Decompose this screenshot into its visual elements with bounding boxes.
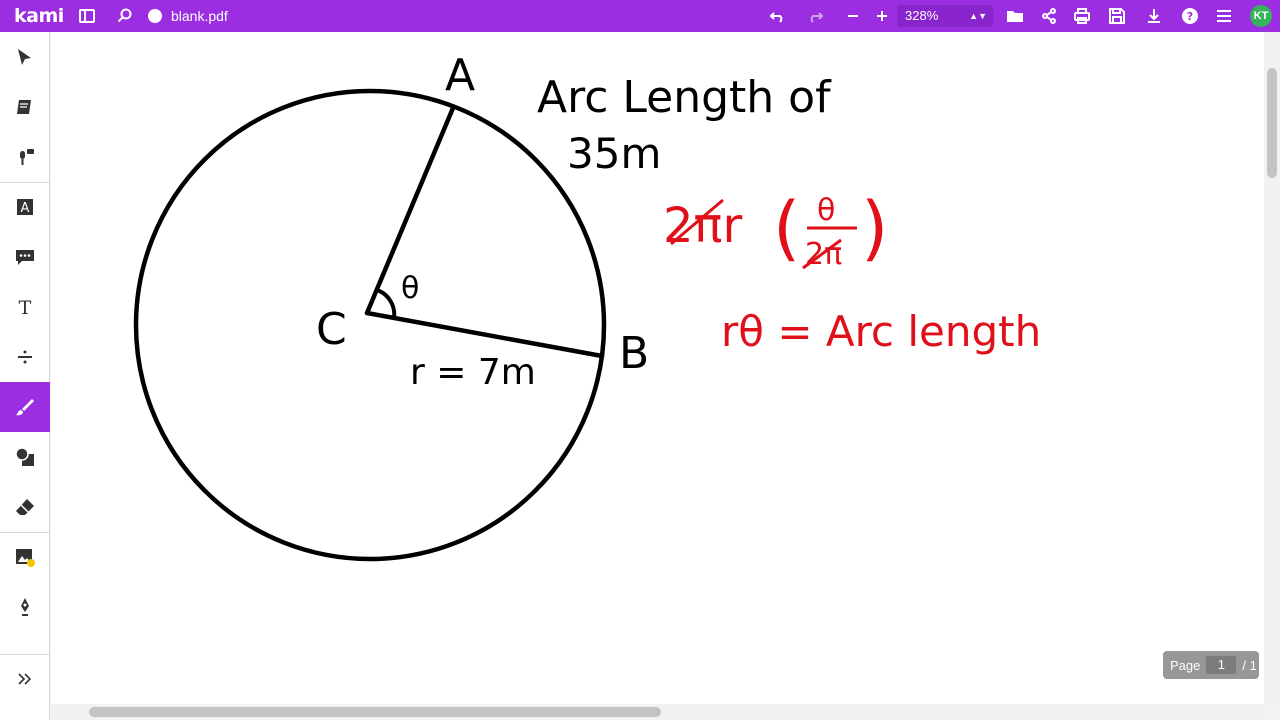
note-line2: 35m [567, 129, 661, 178]
highlight-icon: A [17, 199, 33, 216]
media-icon [16, 549, 35, 567]
drawing-tool[interactable] [0, 382, 50, 432]
kami-logo: kami [14, 5, 64, 27]
drawing-layer: A B C θ r = 7m Arc Length of 35m 2πr ( θ… [133, 50, 1041, 562]
shapes-tool[interactable] [0, 432, 50, 482]
folder-icon[interactable] [1003, 0, 1027, 32]
avatar[interactable]: KT [1250, 5, 1272, 27]
search-icon[interactable] [113, 0, 137, 32]
menu-icon[interactable] [1212, 0, 1236, 32]
cursor-icon [18, 49, 31, 65]
file-name: blank.pdf [171, 8, 228, 24]
formula2: rθ = Arc length [721, 307, 1041, 356]
top-toolbar: kami blank.pdf 328% ▲▼ ? KT [0, 0, 1280, 32]
zoom-out-icon[interactable] [841, 0, 865, 32]
svg-text:T: T [19, 297, 32, 318]
pen-icon [21, 598, 29, 616]
angle-label: θ [401, 271, 419, 306]
text-icon: T [19, 297, 32, 318]
dictionary-tool[interactable] [0, 82, 50, 132]
text-tool[interactable]: T [0, 282, 50, 332]
point-c-label: C [316, 304, 347, 355]
formula1-left: 2πr [663, 198, 742, 254]
sidebar-toggle-icon[interactable] [75, 0, 99, 32]
chevrons-right-icon [18, 673, 32, 685]
page-label: Page [1170, 657, 1201, 673]
globe-icon [143, 0, 167, 32]
formula1-paren-left: ( [773, 187, 800, 269]
svg-text:?: ? [1187, 10, 1193, 23]
radius-cb [364, 310, 605, 359]
select-arrows-icon: ▲▼ [969, 11, 987, 21]
page-total: / 1 [1242, 657, 1257, 673]
point-b-label: B [619, 328, 649, 379]
zoom-in-icon[interactable] [870, 0, 894, 32]
equation-tool[interactable] [0, 332, 50, 382]
zoom-select[interactable]: 328% ▲▼ [897, 5, 993, 27]
redo-icon[interactable] [803, 0, 827, 32]
comment-tool[interactable] [0, 232, 50, 282]
expand-sidebar-button[interactable] [0, 654, 50, 704]
markup-tool[interactable]: A [0, 182, 50, 232]
document-page[interactable]: A B C θ r = 7m Arc Length of 35m 2πr ( θ… [51, 32, 1264, 704]
circle-shape [133, 88, 607, 562]
mic-icon [20, 149, 34, 165]
select-tool[interactable] [0, 32, 50, 82]
page-number-input[interactable]: 1 [1206, 656, 1237, 674]
print-icon[interactable] [1070, 0, 1094, 32]
formula1-paren-right: ) [861, 187, 888, 269]
point-a-label: A [445, 50, 475, 101]
note-line1: Arc Length of [537, 72, 832, 123]
download-icon[interactable] [1142, 0, 1166, 32]
svg-text:A: A [21, 201, 30, 216]
help-icon[interactable]: ? [1178, 0, 1202, 32]
vertical-scrollbar[interactable] [1264, 32, 1280, 704]
share-icon[interactable] [1037, 0, 1061, 32]
tool-sidebar: A T [0, 32, 50, 720]
save-icon[interactable] [1105, 0, 1129, 32]
horizontal-scroll-thumb[interactable] [89, 707, 661, 717]
page-indicator: Page 1 / 1 [1163, 651, 1259, 679]
book-icon [17, 100, 31, 114]
radius-label: r = 7m [410, 352, 536, 393]
horizontal-scrollbar[interactable] [51, 704, 1264, 720]
speak-tool[interactable] [0, 132, 50, 182]
eraser-tool[interactable] [0, 482, 50, 532]
brush-icon [16, 399, 34, 416]
shapes-icon [15, 447, 34, 466]
vertical-scroll-thumb[interactable] [1267, 68, 1277, 178]
divide-icon [18, 350, 32, 364]
undo-icon[interactable] [766, 0, 790, 32]
add-media-tool[interactable] [0, 532, 50, 582]
comment-icon [16, 250, 34, 265]
eraser-icon [16, 499, 34, 515]
signature-tool[interactable] [0, 582, 50, 632]
formula1-numerator: θ [817, 193, 835, 228]
zoom-value: 328% [905, 8, 939, 23]
